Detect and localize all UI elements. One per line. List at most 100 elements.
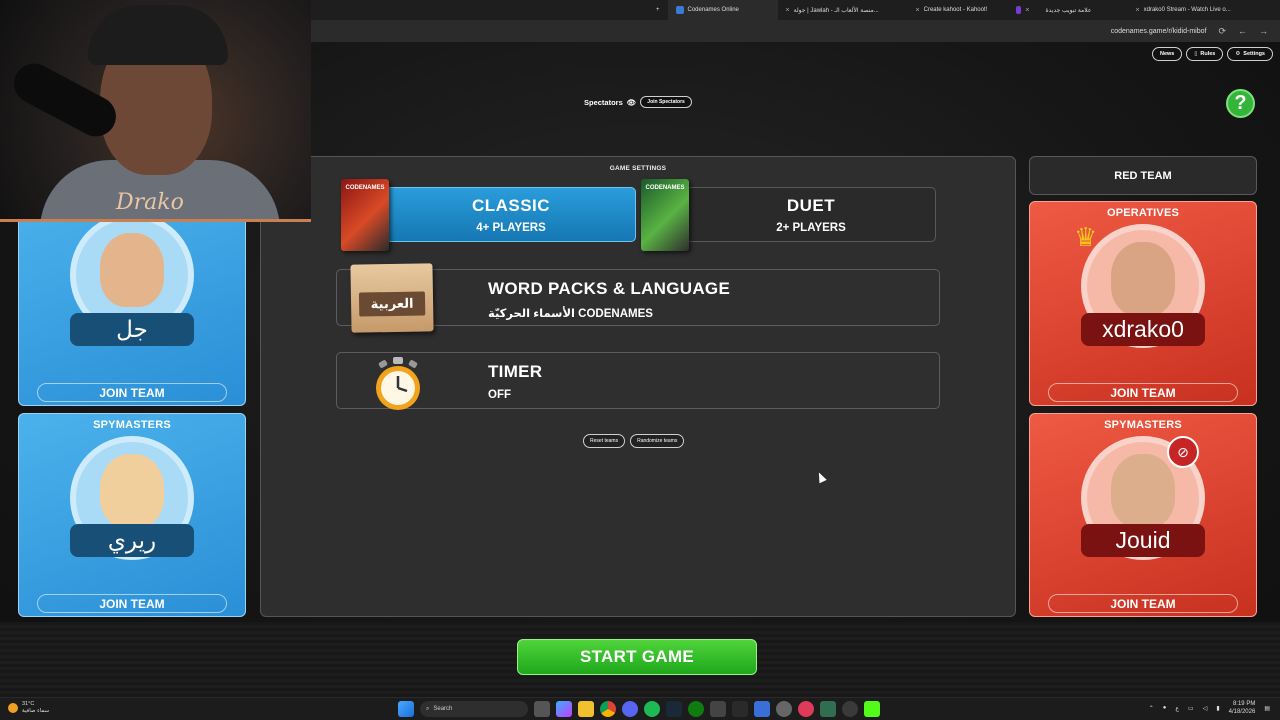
timer-setting[interactable]: TIMER OFF	[336, 352, 940, 410]
gear-icon: ⚙	[1235, 51, 1241, 57]
word-packs-title: WORD PACKS & LANGUAGE	[488, 279, 731, 298]
kick-icon[interactable]	[864, 701, 880, 717]
media-player-icon[interactable]	[798, 701, 814, 717]
windows-start-icon[interactable]	[398, 701, 414, 717]
language-indicator[interactable]: ع	[1175, 705, 1179, 712]
back-icon[interactable]: ←	[1238, 26, 1247, 36]
taskbar-apps: ⌕ Search	[398, 701, 880, 717]
epic-games-icon[interactable]	[732, 701, 748, 717]
kahoot-favicon-icon	[1015, 6, 1022, 14]
moon-weather-icon	[8, 703, 18, 713]
mode-name: DUET	[786, 195, 836, 215]
volume-icon[interactable]: ◁	[1203, 705, 1208, 712]
timer-value: OFF	[488, 389, 511, 401]
new-tab-button[interactable]: +	[648, 0, 668, 20]
obs-icon[interactable]	[842, 701, 858, 717]
discord-icon[interactable]	[622, 701, 638, 717]
taskbar-search[interactable]: ⌕ Search	[420, 701, 528, 717]
network-icon[interactable]: ▭	[1188, 705, 1194, 712]
player-name: جل	[70, 313, 194, 346]
spymaster-avatar-face	[100, 454, 164, 528]
red-operatives-card: OPERATIVES ♛ xdrako0 JOIN TEAM	[1029, 201, 1257, 406]
card-title: OPERATIVES	[1106, 207, 1180, 219]
blue-spymasters-card: SPYMASTERS ريري JOIN TEAM	[18, 413, 246, 617]
streamer-signature: Drako	[116, 190, 184, 215]
word-packs-value: الأسماء الحركيّة CODENAMES	[488, 308, 653, 320]
player-name: ريري	[70, 524, 194, 557]
join-team-button[interactable]: JOIN TEAM	[37, 383, 227, 402]
spotify-icon[interactable]	[644, 701, 660, 717]
spymaster-avatar-face	[1111, 454, 1175, 528]
app-icon[interactable]	[754, 701, 770, 717]
red-spymasters-card: SPYMASTERS ⊘ Jouid JOIN TEAM	[1029, 413, 1257, 617]
tab-codenames[interactable]: Codenames Online	[667, 0, 778, 20]
stopwatch-icon	[376, 357, 420, 410]
close-tab-icon[interactable]: ×	[916, 7, 920, 14]
app-icon[interactable]	[776, 701, 792, 717]
weather-desc: سماء صافية	[22, 708, 50, 714]
language-badge: العربية	[350, 263, 434, 333]
classic-box-image: CODENAMES	[341, 179, 389, 251]
notifications-icon[interactable]: ▤	[1264, 705, 1270, 712]
codenames-favicon-icon	[675, 6, 684, 14]
player-name: xdrako0	[1081, 313, 1205, 346]
mode-classic[interactable]: CLASSIC 4+ PLAYERS	[386, 187, 636, 242]
randomize-teams-button[interactable]: Randomize teams	[630, 434, 685, 448]
settings-title: GAME SETTINGS	[609, 165, 667, 172]
settings-button[interactable]: ⚙ Settings	[1227, 47, 1273, 61]
chevron-up-icon[interactable]: ⌃	[1149, 705, 1154, 712]
screen: + Codenames Online × جولة | Jawlah - منص…	[0, 0, 1280, 720]
close-tab-icon[interactable]: ×	[1025, 7, 1029, 14]
mic-icon[interactable]: ●	[1163, 705, 1167, 711]
task-view-icon[interactable]	[534, 701, 550, 717]
eye-icon: 👁	[626, 97, 637, 107]
reload-icon[interactable]: ⟳	[1218, 26, 1226, 37]
reset-teams-button[interactable]: Reset teams	[583, 434, 626, 448]
operative-avatar-face	[1111, 242, 1175, 316]
forward-icon[interactable]: →	[1259, 26, 1268, 36]
timer-title: TIMER	[488, 362, 543, 381]
close-tab-icon[interactable]: ×	[1136, 7, 1140, 14]
word-packs-setting[interactable]: العربية WORD PACKS & LANGUAGE الأسماء ال…	[336, 263, 940, 333]
taskbar-clock[interactable]: 8:19 PM 4/18/2026	[1229, 700, 1256, 716]
spectators-area: Spectators 👁 Join Spectators	[584, 96, 692, 108]
weather-widget[interactable]: 31°C سماء صافية	[8, 701, 49, 715]
team-actions: Reset teams Randomize teams	[583, 434, 685, 448]
join-team-button[interactable]: JOIN TEAM	[1048, 383, 1238, 402]
steam-icon[interactable]	[666, 701, 682, 717]
card-title: SPYMASTERS	[93, 419, 171, 431]
duet-box-image: CODENAMES	[641, 179, 689, 251]
join-spectators-button[interactable]: Join Spectators	[640, 96, 692, 108]
tab-stream[interactable]: × xdrako0 Stream - Watch Live o...	[1128, 0, 1248, 20]
xbox-icon[interactable]	[688, 701, 704, 717]
blue-operatives-card: جل JOIN TEAM	[18, 192, 246, 406]
crown-icon: ♛	[1074, 222, 1098, 252]
join-team-button[interactable]: JOIN TEAM	[1048, 594, 1238, 613]
search-icon: ⌕	[426, 705, 430, 712]
app-icon[interactable]	[820, 701, 836, 717]
copilot-icon[interactable]	[556, 701, 572, 717]
mode-duet[interactable]: DUET 2+ PLAYERS	[686, 187, 936, 242]
card-title: SPYMASTERS	[1104, 419, 1182, 431]
weather-temp: 31°C	[22, 701, 35, 707]
join-team-button[interactable]: JOIN TEAM	[37, 594, 227, 613]
chrome-icon[interactable]	[600, 701, 616, 717]
tab-jawlah[interactable]: × جولة | Jawlah - منصة الألعاب الـ...	[778, 0, 908, 20]
windows-taskbar: 31°C سماء صافية ⌕ Search ⌃ ● ع ▭ ◁ ▮ 8:1…	[0, 697, 1280, 720]
start-game-button[interactable]: START GAME	[517, 639, 757, 675]
mode-name: CLASSIC	[471, 195, 551, 215]
help-button[interactable]: ?	[1226, 89, 1255, 118]
tab-kahoot[interactable]: × Create kahoot - Kahoot!	[908, 0, 1008, 20]
file-explorer-icon[interactable]	[578, 701, 594, 717]
rules-button[interactable]: ▯ Rules	[1186, 47, 1224, 61]
game-settings-panel: GAME SETTINGS CLASSIC 4+ PLAYERS CODENAM…	[260, 156, 1016, 617]
app-icon[interactable]	[710, 701, 726, 717]
tab-new-tab[interactable]: علامة تبويب جديدة	[1038, 0, 1128, 20]
streamer-cap	[88, 5, 228, 65]
tab-kahoot-icon[interactable]: ×	[1008, 0, 1038, 20]
battery-icon[interactable]: ▮	[1216, 705, 1219, 712]
book-icon: ▯	[1194, 51, 1198, 57]
url-text[interactable]: codenames.game/r/kidid-mibof	[1111, 28, 1207, 35]
close-tab-icon[interactable]: ×	[786, 7, 790, 14]
news-button[interactable]: News	[1151, 47, 1183, 61]
